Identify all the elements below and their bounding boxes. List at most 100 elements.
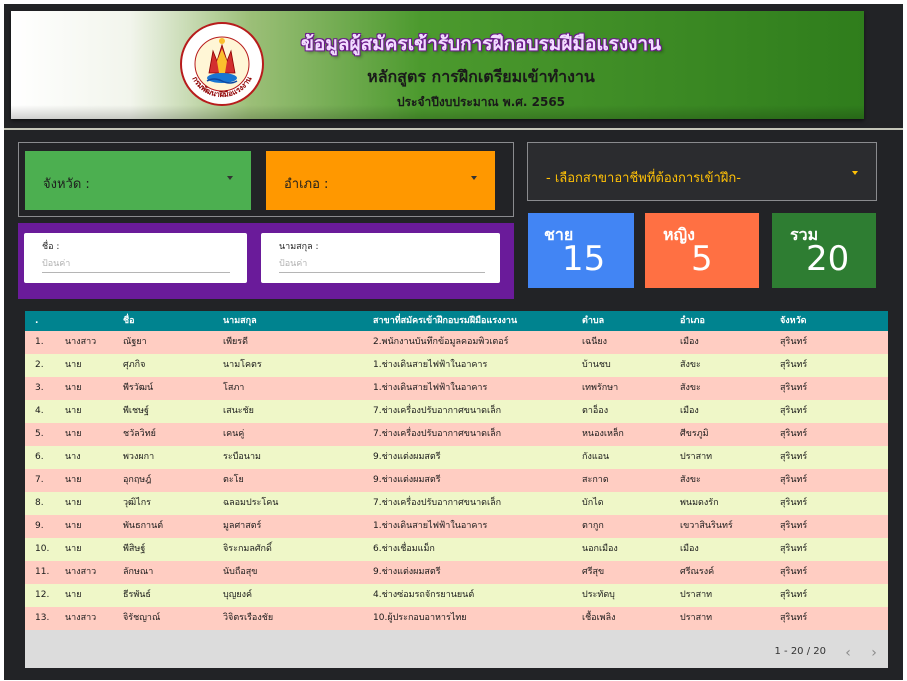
- table-cell: 10.ผู้ประกอบอาหารไทย: [373, 613, 467, 623]
- table-cell: 6.: [35, 452, 44, 462]
- table-cell: ระบือนาม: [223, 452, 261, 462]
- course-subtitle: หลักสูตร การฝึกเตรียมเข้าทำงาน: [367, 67, 595, 86]
- table-cell: เชื้อเพลิง: [582, 613, 616, 623]
- column-header[interactable]: ชื่อ: [123, 311, 221, 331]
- column-header[interactable]: อำเภอ: [680, 311, 778, 331]
- table-row[interactable]: 1. นางสาว ณัฐยา เพียรดี 2.พนักงานบันทึกข้อมู…: [25, 331, 888, 354]
- table-cell: จิรัชญาณ์: [123, 613, 161, 623]
- table-row[interactable]: 9. นาย พันธกานต์ มูลศาสตร์ 1.ช่างเดินสายไฟฟ้…: [25, 515, 888, 538]
- table-cell: สังขะ: [680, 360, 701, 370]
- table-cell: ลักษณา: [123, 567, 154, 577]
- table-cell: ปราสาท: [680, 452, 713, 462]
- occupation-branch-dropdown[interactable]: - เลือกสาขาอาชีพที่ต้องการเข้าฝึก-: [527, 142, 877, 201]
- table-cell: เมือง: [680, 406, 699, 416]
- province-dropdown[interactable]: จังหวัด :: [25, 151, 251, 210]
- male-count-value: 15: [562, 239, 606, 279]
- male-count-card: ชาย 15: [528, 213, 634, 288]
- table-cell: สะกาด: [582, 475, 609, 485]
- prev-page-button[interactable]: ‹: [840, 644, 856, 662]
- table-cell: 12.: [35, 590, 50, 600]
- table-cell: ฉลอมประโคน: [223, 498, 279, 508]
- chevron-down-icon: [227, 176, 233, 180]
- surname-field-label: นามสกุล :: [279, 242, 319, 252]
- table-cell: ธีรพันธ์: [123, 590, 151, 600]
- column-header[interactable]: ตำบล: [582, 311, 678, 331]
- table-header-row: . ชื่อ นามสกุล สาขาที่สมัครเข้าฝึกอบรมฝีมือ…: [25, 311, 888, 331]
- table-cell: 10.: [35, 544, 50, 554]
- table-cell: สังขะ: [680, 475, 701, 485]
- column-header[interactable]: .: [35, 311, 65, 331]
- table-cell: 9.ช่างแต่งผมสตรี: [373, 567, 441, 577]
- table-row[interactable]: 7. นาย อุกฤษฎ์ ตะโย 9.ช่างแต่งผมสตรี สะกาด สัง…: [25, 469, 888, 492]
- table-cell: เฉนียง: [582, 337, 608, 347]
- table-cell: นาย: [65, 521, 82, 531]
- table-cell: พนมดงรัก: [680, 498, 719, 508]
- female-count-value: 5: [691, 239, 713, 279]
- table-cell: นามโคตร: [223, 360, 262, 370]
- table-cell: สุรินทร์: [780, 521, 808, 531]
- table-cell: หนองเหล็ก: [582, 429, 624, 439]
- table-cell: 9.: [35, 521, 44, 531]
- table-cell: พีเชษฐ์: [123, 406, 150, 416]
- table-row[interactable]: 11. นางสาว ลักษณา นับถือสุข 9.ช่างแต่งผมสตรี…: [25, 561, 888, 584]
- table-cell: อุกฤษฎ์: [123, 475, 152, 485]
- surname-field: นามสกุล :: [261, 233, 500, 283]
- table-cell: 1.ช่างเดินสายไฟฟ้าในอาคาร: [373, 383, 488, 393]
- column-header[interactable]: นามสกุล: [223, 311, 371, 331]
- table-row[interactable]: 2. นาย ศุภกิจ นามโคตร 1.ช่างเดินสายไฟฟ้าในอา…: [25, 354, 888, 377]
- table-cell: 3.: [35, 383, 44, 393]
- table-cell: สังขะ: [680, 383, 701, 393]
- table-cell: นอกเมือง: [582, 544, 618, 554]
- next-page-button[interactable]: ›: [866, 644, 882, 662]
- table-row[interactable]: 3. นาย พีรวัฒน์ โสภา 1.ช่างเดินสายไฟฟ้าในอาค…: [25, 377, 888, 400]
- name-input[interactable]: [42, 259, 230, 273]
- table-cell: 1.ช่างเดินสายไฟฟ้าในอาคาร: [373, 521, 488, 531]
- table-cell: พันธกานต์: [123, 521, 164, 531]
- column-header[interactable]: สาขาที่สมัครเข้าฝึกอบรมฝีมือแรงงาน: [373, 311, 581, 331]
- table-row[interactable]: 4. นาย พีเชษฐ์ เสนะชัย 7.ช่างเครื่องปรับอากา…: [25, 400, 888, 423]
- app-frame: กรมพัฒนาฝีมือแรงงาน ข้อมูลผู้สมัครเข้ารั…: [4, 4, 903, 680]
- table-cell: เมือง: [680, 337, 699, 347]
- table-row[interactable]: 12. นาย ธีรพันธ์ บุญยงค์ 4.ช่างซ่อมรถจักรยาน…: [25, 584, 888, 607]
- table-cell: บ้านชบ: [582, 360, 611, 370]
- table-cell: วุฒิไกร: [123, 498, 151, 508]
- name-search-group: ชื่อ : นามสกุล :: [18, 223, 514, 299]
- table-cell: 8.: [35, 498, 44, 508]
- table-cell: 9.ช่างแต่งผมสตรี: [373, 475, 441, 485]
- table-cell: เสนะชัย: [223, 406, 254, 416]
- table-cell: นางสาว: [65, 337, 97, 347]
- table-cell: สุรินทร์: [780, 360, 808, 370]
- table-row[interactable]: 13. นางสาว จิรัชญาณ์ วิจิตรเรืองชัย 10.ผู้ปร…: [25, 607, 888, 630]
- table-cell: 6.ช่างเชื่อมแม็ก: [373, 544, 435, 554]
- banner-shade: [11, 105, 864, 119]
- table-cell: สุรินทร์: [780, 567, 808, 577]
- district-dropdown-label: อำเภอ :: [284, 177, 329, 192]
- table-cell: 1.ช่างเดินสายไฟฟ้าในอาคาร: [373, 360, 488, 370]
- table-cell: สุรินทร์: [780, 498, 808, 508]
- female-count-card: หญิง 5: [645, 213, 759, 288]
- table-cell: 2.: [35, 360, 44, 370]
- table-row[interactable]: 6. นาง พวงผกา ระบือนาม 9.ช่างแต่งผมสตรี กังแอ…: [25, 446, 888, 469]
- table-cell: เคนคู่: [223, 429, 245, 439]
- district-dropdown[interactable]: อำเภอ :: [266, 151, 495, 210]
- table-cell: ตากูก: [582, 521, 604, 531]
- table-body[interactable]: 1. นางสาว ณัฐยา เพียรดี 2.พนักงานบันทึกข้อมู…: [25, 331, 888, 637]
- table-cell: กังแอน: [582, 452, 610, 462]
- column-header[interactable]: [65, 311, 120, 331]
- table-cell: พวงผกา: [123, 452, 155, 462]
- table-cell: สุรินทร์: [780, 383, 808, 393]
- table-cell: 7.ช่างเครื่องปรับอากาศขนาดเล็ก: [373, 429, 502, 439]
- table-row[interactable]: 10. นาย พีสิษฐ์ จิระกมลศักดิ์ 6.ช่างเชื่อมแม…: [25, 538, 888, 561]
- table-cell: ณัฐยา: [123, 337, 147, 347]
- surname-input[interactable]: [279, 259, 485, 273]
- column-header[interactable]: จังหวัด: [780, 311, 880, 331]
- location-filter-group: จังหวัด : อำเภอ :: [18, 142, 514, 217]
- table-cell: 7.ช่างเครื่องปรับอากาศขนาดเล็ก: [373, 498, 502, 508]
- table-row[interactable]: 8. นาย วุฒิไกร ฉลอมประโคน 7.ช่างเครื่องปรับอ…: [25, 492, 888, 515]
- table-row[interactable]: 5. นาย ชวัลวิทย์ เคนคู่ 7.ช่างเครื่องปรับอาก…: [25, 423, 888, 446]
- table-cell: นาย: [65, 544, 82, 554]
- table-cell: มูลศาสตร์: [223, 521, 262, 531]
- table-cell: พีสิษฐ์: [123, 544, 146, 554]
- table-cell: นาย: [65, 475, 82, 485]
- table-cell: นาย: [65, 590, 82, 600]
